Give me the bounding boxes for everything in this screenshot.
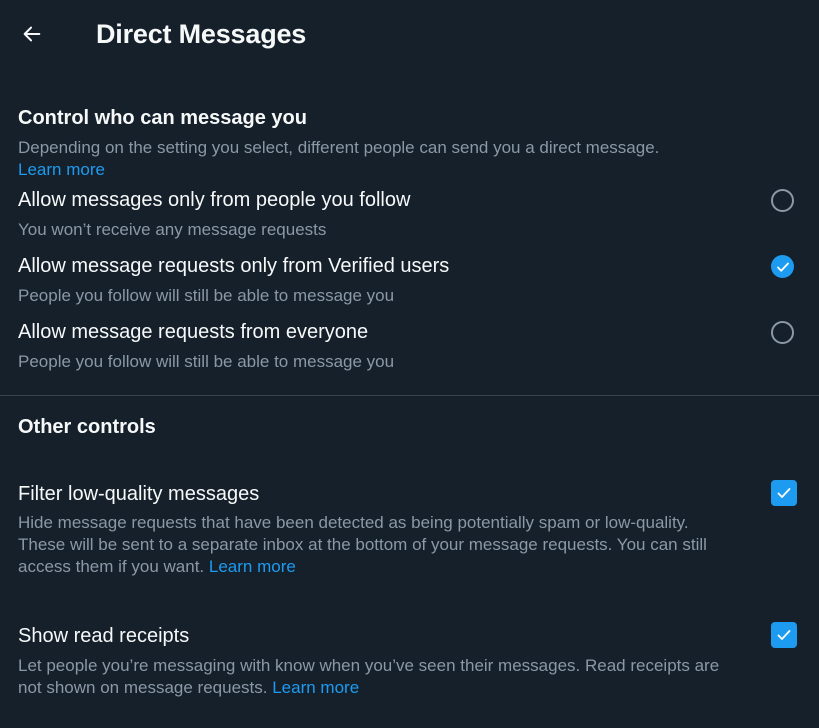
- read-receipts-description: Let people you’re messaging with know wh…: [18, 655, 719, 699]
- page-header: Direct Messages: [0, 0, 819, 70]
- arrow-left-icon: [23, 26, 41, 42]
- receipts-learn-more-link[interactable]: Learn more: [272, 678, 359, 697]
- control-learn-more-link[interactable]: Learn more: [18, 160, 105, 179]
- receipts-desc-line1: Let people you’re messaging with know wh…: [18, 656, 720, 675]
- page-title: Direct Messages: [96, 19, 307, 49]
- option-everyone-sub: People you follow will still be able to …: [18, 352, 395, 371]
- read-receipts-label[interactable]: Show read receipts: [18, 623, 189, 649]
- option-following-only-radio[interactable]: [771, 189, 794, 212]
- filter-desc-line2: These will be sent to a separate inbox a…: [18, 535, 707, 554]
- control-section-title: Control who can message you: [18, 107, 307, 129]
- option-following-only-sub: You won’t receive any message requests: [18, 220, 327, 239]
- control-section-description: Depending on the setting you select, dif…: [18, 137, 659, 181]
- filter-desc-line1: Hide message requests that have been det…: [18, 513, 689, 532]
- option-everyone-label[interactable]: Allow message requests from everyone: [18, 319, 368, 345]
- checkmark-icon: [777, 488, 791, 498]
- checkmark-icon: [777, 630, 791, 640]
- filter-low-quality-description: Hide message requests that have been det…: [18, 512, 707, 578]
- filter-learn-more-link[interactable]: Learn more: [209, 557, 296, 576]
- option-verified-only-sub: People you follow will still be able to …: [18, 286, 395, 305]
- receipts-desc-line2: not shown on message requests.: [18, 678, 268, 697]
- filter-low-quality-label[interactable]: Filter low-quality messages: [18, 481, 259, 507]
- option-following-only-label[interactable]: Allow messages only from people you foll…: [18, 187, 410, 213]
- option-verified-only-radio[interactable]: [771, 255, 794, 278]
- filter-desc-line3: access them if you want.: [18, 557, 205, 576]
- section-divider: [0, 395, 819, 396]
- control-description-text: Depending on the setting you select, dif…: [18, 138, 660, 157]
- checkmark-icon: [776, 262, 789, 272]
- read-receipts-checkbox[interactable]: [771, 622, 797, 648]
- option-verified-only-label[interactable]: Allow message requests only from Verifie…: [18, 253, 449, 279]
- back-button[interactable]: [14, 16, 50, 52]
- filter-low-quality-checkbox[interactable]: [771, 480, 797, 506]
- other-controls-title: Other controls: [18, 416, 156, 438]
- option-everyone-radio[interactable]: [771, 321, 794, 344]
